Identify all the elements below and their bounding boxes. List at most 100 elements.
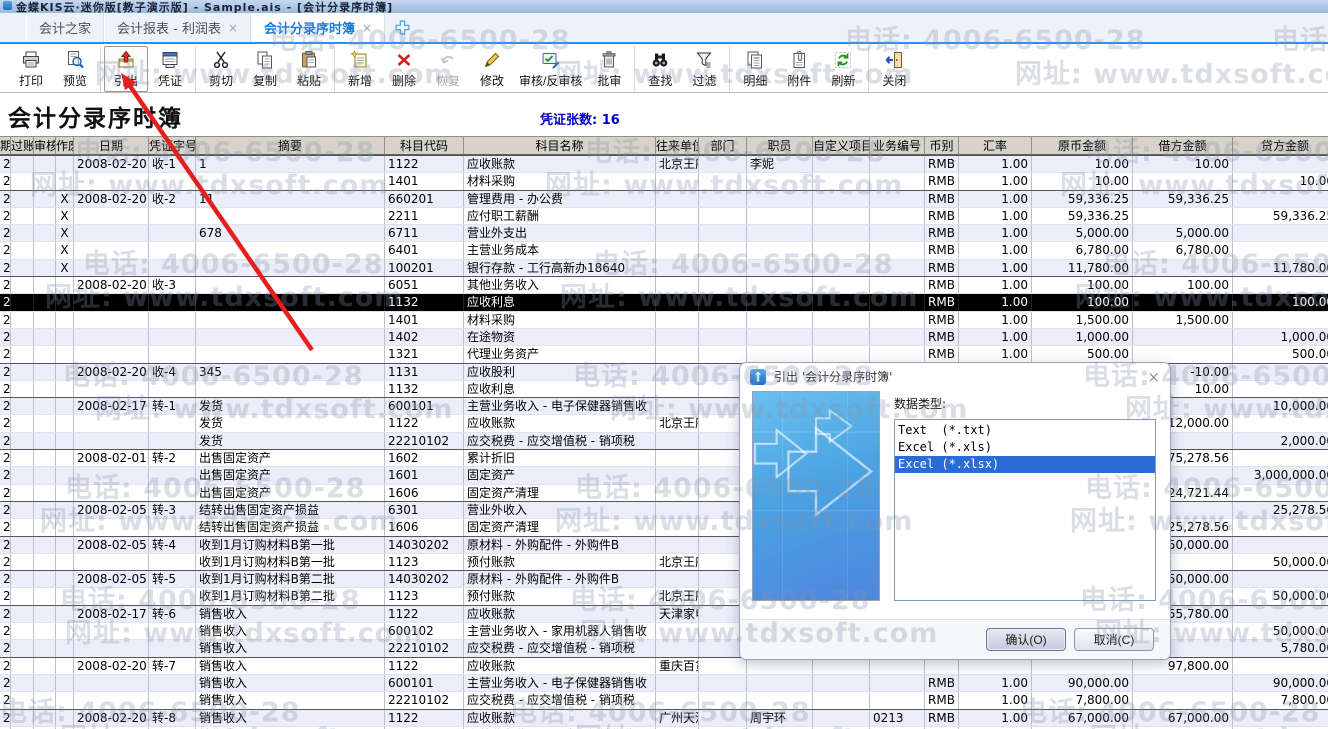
toolbar-button-label: 凭证 bbox=[158, 72, 182, 89]
cell-zf bbox=[56, 485, 74, 501]
cell-u bbox=[656, 623, 699, 639]
new-tab-icon[interactable] bbox=[395, 13, 410, 42]
cell-v bbox=[149, 623, 196, 639]
column-header-s[interactable]: 摘要 bbox=[196, 136, 385, 155]
confirm-button[interactable]: 确认(O) bbox=[986, 628, 1066, 651]
toolbar-button-label: 过滤 bbox=[692, 72, 716, 89]
toolbar-button-detail[interactable]: 明细 bbox=[733, 46, 777, 92]
column-header-cr[interactable]: 贷方金额 bbox=[1233, 136, 1328, 155]
table-row[interactable]: 2X6401主营业务成本RMB1.006,780.006,780.00 bbox=[0, 241, 1328, 258]
tab-close-icon[interactable]: × bbox=[228, 21, 238, 35]
cell-v bbox=[149, 640, 196, 656]
cell-cr bbox=[1233, 312, 1328, 328]
table-row[interactable]: 22008-02-20收-111122应收账款北京王府井李妮RMB1.0010.… bbox=[0, 155, 1328, 172]
toolbar-button-batch-approve[interactable]: 批审 bbox=[587, 46, 631, 92]
table-row[interactable]: 21401材料采购RMB1.001,500.001,500.00 bbox=[0, 311, 1328, 328]
toolbar-button-voucher[interactable]: 凭证 bbox=[148, 46, 192, 92]
cell-n: 材料采购 bbox=[464, 173, 656, 189]
table-row[interactable]: 21401材料采购RMB1.0010.0010.00 bbox=[0, 172, 1328, 189]
cell-st: 李妮 bbox=[747, 156, 813, 172]
toolbar-button-export[interactable]: 引出 bbox=[104, 46, 148, 92]
toolbar-button-cut[interactable]: 剪切 bbox=[199, 46, 243, 92]
data-type-listbox[interactable]: Text (*.txt)Excel (*.xls)Excel (*.xlsx) bbox=[894, 419, 1156, 601]
toolbar-button-new[interactable]: 新增 bbox=[338, 46, 382, 92]
toolbar-button-printer[interactable]: 打印 bbox=[9, 46, 53, 92]
toolbar-button-approve[interactable]: 审核/反审核 bbox=[514, 46, 587, 92]
cell-v: 收-3 bbox=[149, 277, 196, 293]
cancel-button[interactable]: 取消(C) bbox=[1074, 628, 1154, 651]
cell-st bbox=[747, 692, 813, 708]
table-row[interactable]: 2销售收入22210102应交税费 - 应交增值税 - 销项税RMB1.007,… bbox=[0, 691, 1328, 708]
column-header-v[interactable]: 凭证字号 bbox=[149, 136, 196, 155]
tab-close-icon[interactable]: × bbox=[362, 21, 372, 35]
table-row[interactable]: 21132应收利息RMB1.00100.00100.00 bbox=[0, 293, 1328, 310]
column-header-cu[interactable]: 自定义项目 bbox=[813, 136, 870, 155]
toolbar-button-label: 新增 bbox=[348, 72, 372, 89]
cell-zf bbox=[56, 606, 74, 622]
column-header-gz[interactable]: 过账 bbox=[11, 136, 34, 155]
toolbar-button-delete[interactable]: 删除 bbox=[382, 46, 426, 92]
column-header-cur[interactable]: 币别 bbox=[925, 136, 959, 155]
cell-u bbox=[656, 640, 699, 656]
column-header-rt[interactable]: 汇率 bbox=[959, 136, 1032, 155]
column-header-d[interactable]: 日期 bbox=[74, 136, 149, 155]
cell-u bbox=[656, 450, 699, 466]
column-header-dp[interactable]: 部门 bbox=[699, 136, 747, 155]
table-row[interactable]: 2销售收入600101主营业务收入 - 电子保健器销售收RMB1.0090,00… bbox=[0, 674, 1328, 691]
table-row[interactable]: 22008-02-20转-8销售收入1122应收账款广州天河城周宇环0213RM… bbox=[0, 709, 1328, 726]
toolbar-button-attachment[interactable]: 附件 bbox=[777, 46, 821, 92]
data-type-option[interactable]: Excel (*.xlsx) bbox=[895, 456, 1155, 473]
cell-p: 2 bbox=[0, 242, 11, 258]
cell-gz bbox=[11, 554, 34, 570]
tab-3[interactable]: 会计分录序时簿× bbox=[251, 13, 385, 42]
toolbar-button-find[interactable]: 查找 bbox=[638, 46, 682, 92]
cell-v bbox=[149, 675, 196, 691]
cell-s: 销售收入 bbox=[196, 658, 385, 674]
column-header-n[interactable]: 科目名称 bbox=[464, 136, 656, 155]
data-type-option[interactable]: Text (*.txt) bbox=[895, 422, 1155, 439]
cell-cur: RMB bbox=[925, 692, 959, 708]
cell-v: 收-4 bbox=[149, 364, 196, 380]
delete-icon bbox=[394, 50, 414, 70]
tab-2[interactable]: 会计报表 - 利润表× bbox=[104, 13, 251, 42]
column-header-am[interactable]: 原币金额 bbox=[1032, 136, 1133, 155]
table-row[interactable]: 21402在途物资RMB1.001,000.001,000.00 bbox=[0, 328, 1328, 345]
toolbar-button-undo[interactable]: 恢复 bbox=[426, 46, 470, 92]
cell-d: 2008-02-17 bbox=[74, 398, 149, 414]
toolbar-button-copy[interactable]: 复制 bbox=[243, 46, 287, 92]
table-row[interactable]: 21321代理业务资产RMB1.00500.00500.00 bbox=[0, 345, 1328, 362]
column-header-zf[interactable]: 作废 bbox=[56, 136, 74, 155]
cell-cur: RMB bbox=[925, 191, 959, 207]
column-header-p[interactable]: 期间 bbox=[0, 136, 11, 155]
toolbar-button-preview[interactable]: 预览 bbox=[53, 46, 97, 92]
dialog-titlebar[interactable]: 引出 '会计分录序时簿' × bbox=[740, 363, 1170, 390]
column-header-c[interactable]: 科目代码 bbox=[385, 136, 464, 155]
column-header-db[interactable]: 借方金额 bbox=[1133, 136, 1233, 155]
cell-rt: 1.00 bbox=[959, 329, 1032, 345]
toolbar-button-paste[interactable]: 粘贴 bbox=[287, 46, 331, 92]
cell-rt: 1.00 bbox=[959, 208, 1032, 224]
column-header-bn[interactable]: 业务编号 bbox=[870, 136, 925, 155]
voucher-count-value: 16 bbox=[602, 113, 620, 128]
toolbar-button-exit[interactable]: 关闭 bbox=[872, 46, 916, 92]
toolbar-button-edit[interactable]: 修改 bbox=[470, 46, 514, 92]
cell-sh bbox=[34, 450, 56, 466]
new-icon bbox=[350, 50, 370, 70]
table-row[interactable]: 2X6786711营业外支出RMB1.005,000.005,000.00 bbox=[0, 224, 1328, 241]
data-type-option[interactable]: Excel (*.xls) bbox=[895, 439, 1155, 456]
column-header-u[interactable]: 往来单位 bbox=[656, 136, 699, 155]
cell-zf bbox=[56, 554, 74, 570]
table-row[interactable]: 2X2211应付职工薪酬RMB1.0059,336.2559,336.25 bbox=[0, 207, 1328, 224]
cell-c: 660201 bbox=[385, 191, 464, 207]
toolbar-button-refresh[interactable]: 刷新 bbox=[821, 46, 865, 92]
column-header-st[interactable]: 职员 bbox=[747, 136, 813, 155]
table-row[interactable]: 22008-02-20收-36051其他业务收入RMB1.00100.00100… bbox=[0, 276, 1328, 293]
toolbar-button-label: 关闭 bbox=[882, 72, 906, 89]
cell-zf: X bbox=[56, 191, 74, 207]
toolbar-button-filter[interactable]: 过滤 bbox=[682, 46, 726, 92]
table-row[interactable]: 2X2008-02-20收-211660201管理费用 - 办公费RMB1.00… bbox=[0, 190, 1328, 207]
table-row[interactable]: 2X100201银行存款 - 工行高新办18640RMB1.0011,780.0… bbox=[0, 259, 1328, 276]
close-icon[interactable]: × bbox=[1147, 368, 1160, 386]
column-header-sh[interactable]: 审核 bbox=[34, 136, 56, 155]
tab-1[interactable]: 会计之家 bbox=[26, 13, 104, 42]
